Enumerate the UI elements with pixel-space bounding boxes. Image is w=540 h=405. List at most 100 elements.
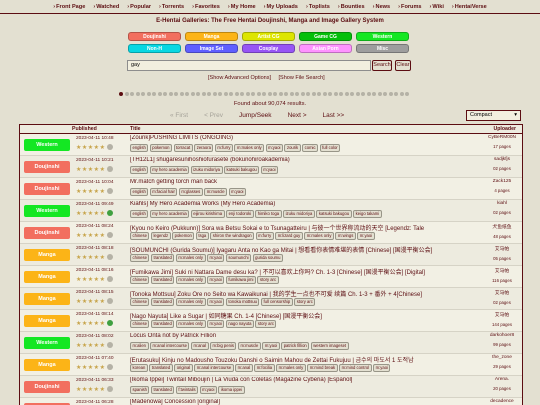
advanced-options-link[interactable]: [Show Advanced Options] [208,75,271,81]
tag[interactable]: story arc [255,320,277,328]
page-dot[interactable] [135,92,140,96]
page-dot[interactable] [229,92,233,96]
torrent-icon[interactable] [107,144,114,150]
tag[interactable]: translated [150,320,175,328]
table-row[interactable]: Western 2023-04-11 08:02 ★ ★ ★ ★ ★ Locus Onta n… [20,332,522,354]
tag[interactable]: m:anal intercourse [150,342,190,350]
page-dot[interactable] [256,92,261,96]
page-dot[interactable] [355,92,360,96]
tag[interactable]: m:males only [175,254,206,262]
page-dot[interactable] [146,92,151,96]
gallery-title[interactable]: [TH12L1] shugaresunihoshiofurasete (boku… [130,157,480,163]
page-dot[interactable] [251,92,255,96]
jump-seek-link[interactable]: Jump/Seek [239,112,272,119]
gallery-title[interactable]: Locus Onta not by Patrick Fillion [130,333,480,339]
category-toggle[interactable]: Asian Porn [299,44,352,53]
page-dot[interactable] [262,92,266,96]
page-dot[interactable] [119,92,123,96]
tag[interactable]: m:yaoi [207,276,225,284]
tag[interactable]: himiko toga [255,210,282,218]
category-badge[interactable]: Doujinshi [24,183,70,195]
search-button[interactable]: Search [372,60,392,71]
page-dot[interactable] [339,92,343,96]
tag[interactable]: chinese [130,276,150,284]
page-dot[interactable] [361,92,365,96]
tag[interactable]: m:yaoi [265,144,283,152]
tag[interactable]: m:mind break [307,364,338,372]
category-toggle[interactable]: Cosplay [242,44,295,53]
tag[interactable]: m:males only [234,144,265,152]
category-badge[interactable]: Manga [24,271,70,283]
tag[interactable]: m:males only [175,320,206,328]
tag[interactable]: chinese [130,232,150,240]
page-dot[interactable] [328,92,332,96]
tag[interactable]: m:muscle [204,188,228,196]
category-badge[interactable]: Western [24,205,70,217]
gallery-title[interactable]: [Tonoka Mottsuu] Zoku Ore no Seito wa Ka… [130,289,480,298]
tag[interactable]: my hero academia [149,210,190,218]
tag[interactable]: spanish [130,386,150,394]
page-dot[interactable] [185,92,189,96]
tag[interactable]: m:anal [190,342,209,350]
table-row[interactable]: Manga 2023-04-11 08:15 ★ ★ ★ ★ ★ [Tonoka Mottsu… [20,288,522,310]
tag[interactable]: m:lizard guy [275,232,303,240]
tag[interactable]: katsuki bakugou [224,166,260,174]
category-toggle[interactable]: Artist CG [242,32,295,41]
nav-link[interactable]: Toplists [306,0,330,13]
page-dot[interactable] [141,92,145,96]
page-dot[interactable] [245,92,250,96]
uploader-name[interactable]: the_zone [492,355,512,360]
category-badge[interactable]: Manga [24,315,70,327]
page-dot[interactable] [394,92,398,96]
tag[interactable]: m:yaoi [260,166,279,174]
tag[interactable]: m:yaoi [199,386,217,394]
nav-link[interactable]: Wiki [430,0,443,13]
uploader-name[interactable]: decadence [490,399,513,404]
page-dot[interactable] [152,92,156,96]
torrent-icon[interactable] [107,166,114,172]
tag[interactable]: m:males only [304,232,334,240]
gallery-title[interactable]: [Nago Nayuta] Like a Sugar | 如同糖果 Ch. 1-… [130,311,480,320]
nav-link[interactable]: Torrents [159,0,184,13]
tag[interactable]: shiron the windragon [210,232,255,240]
tag[interactable]: m:males only [276,364,306,372]
tag[interactable]: m:glasses [178,188,203,196]
tag[interactable]: comic [302,144,319,152]
tag[interactable]: ikoma ippei [218,386,245,394]
page-dot[interactable] [322,92,327,96]
category-badge[interactable]: Manga [24,359,70,371]
category-toggle[interactable]: Non-H [128,44,181,53]
nav-link[interactable]: Forums [398,0,422,13]
torrent-icon[interactable] [107,276,114,282]
tag[interactable]: m:yaoi [373,364,391,372]
tag[interactable]: m:mind control [339,364,372,372]
search-input[interactable]: gay [127,60,371,71]
table-row[interactable]: Manga 2023-04-11 07:40 ★ ★ ★ ★ ★ [Erutasuku] Ki… [20,354,522,376]
nav-link[interactable]: My Home [228,0,256,13]
tag[interactable]: m:yaoi [207,254,225,262]
tag[interactable]: m:focilia [254,364,275,372]
tag[interactable]: zourik [284,144,301,152]
uploader-header[interactable]: Uploader [494,125,516,134]
torrent-icon[interactable] [107,342,114,348]
next-page-link[interactable]: Next > [288,112,307,119]
tag[interactable]: m:anal intercourse [194,364,234,372]
page-dot[interactable] [278,92,283,96]
category-badge[interactable]: Western [24,139,70,151]
nav-link[interactable]: My Uploads [264,0,298,13]
tag[interactable]: full censorship [260,298,293,306]
tag[interactable]: translated [150,276,175,284]
uploader-name[interactable]: 艾马帕 [495,313,509,318]
page-dot[interactable] [366,92,371,96]
tag[interactable]: full color [319,144,341,152]
uploader-name[interactable]: darkohoer8 [490,333,514,338]
tag[interactable]: chinese [130,254,150,262]
tag[interactable]: izuku midoriya [283,210,315,218]
published-header[interactable]: Published [72,125,97,134]
page-dot[interactable] [223,92,228,96]
gallery-title[interactable]: [SOUMUNCHI (Gurida Soumu)] Iyagaru Anta … [130,245,480,254]
tag[interactable]: story arc [257,276,279,284]
tag[interactable]: tonoka mottsuu [225,298,260,306]
page-dot[interactable] [333,92,338,96]
nav-link[interactable]: Favorites [192,0,220,13]
